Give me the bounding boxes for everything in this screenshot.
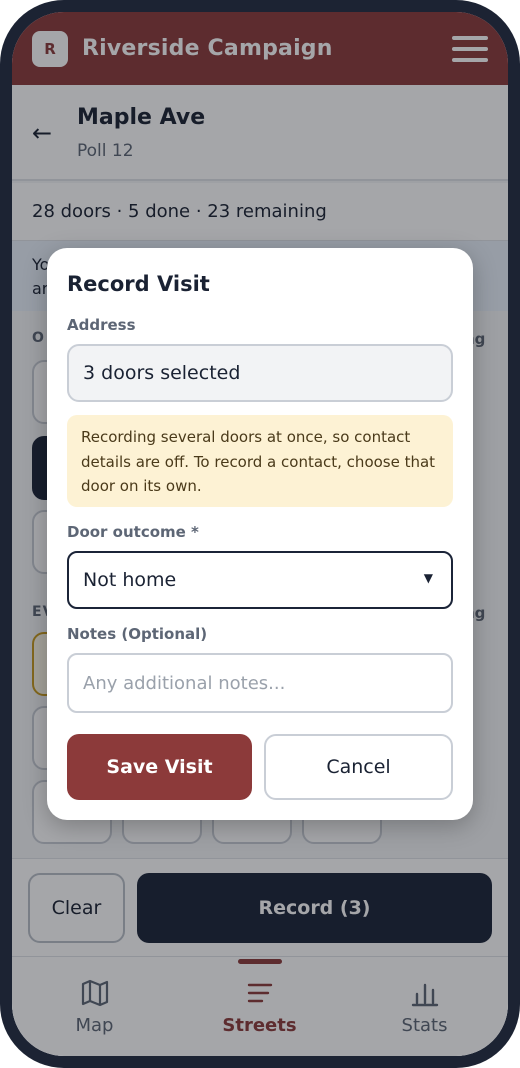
record-visit-dialog: Record Visit Address 3 doors selected Re… <box>47 248 473 820</box>
notes-input[interactable] <box>67 653 453 713</box>
door-outcome-select[interactable]: Not home ▼ <box>67 551 453 609</box>
door-outcome-label: Door outcome * <box>67 523 199 541</box>
dialog-title: Record Visit <box>67 272 210 296</box>
app-screen: R Riverside Campaign ← Maple Ave Poll 12… <box>12 12 508 1056</box>
multi-door-warning: Recording several doors at once, so cont… <box>67 415 453 507</box>
address-value: 3 doors selected <box>83 362 241 384</box>
save-visit-button[interactable]: Save Visit <box>67 734 252 800</box>
phone-frame: R Riverside Campaign ← Maple Ave Poll 12… <box>0 0 520 1068</box>
dialog-button-row: Save Visit Cancel <box>67 734 453 800</box>
notes-label: Notes (Optional) <box>67 625 208 643</box>
door-outcome-value: Not home <box>83 569 177 591</box>
address-label: Address <box>67 316 136 334</box>
caret-down-icon: ▼ <box>423 571 433 585</box>
cancel-button[interactable]: Cancel <box>264 734 453 800</box>
address-field: 3 doors selected <box>67 344 453 402</box>
